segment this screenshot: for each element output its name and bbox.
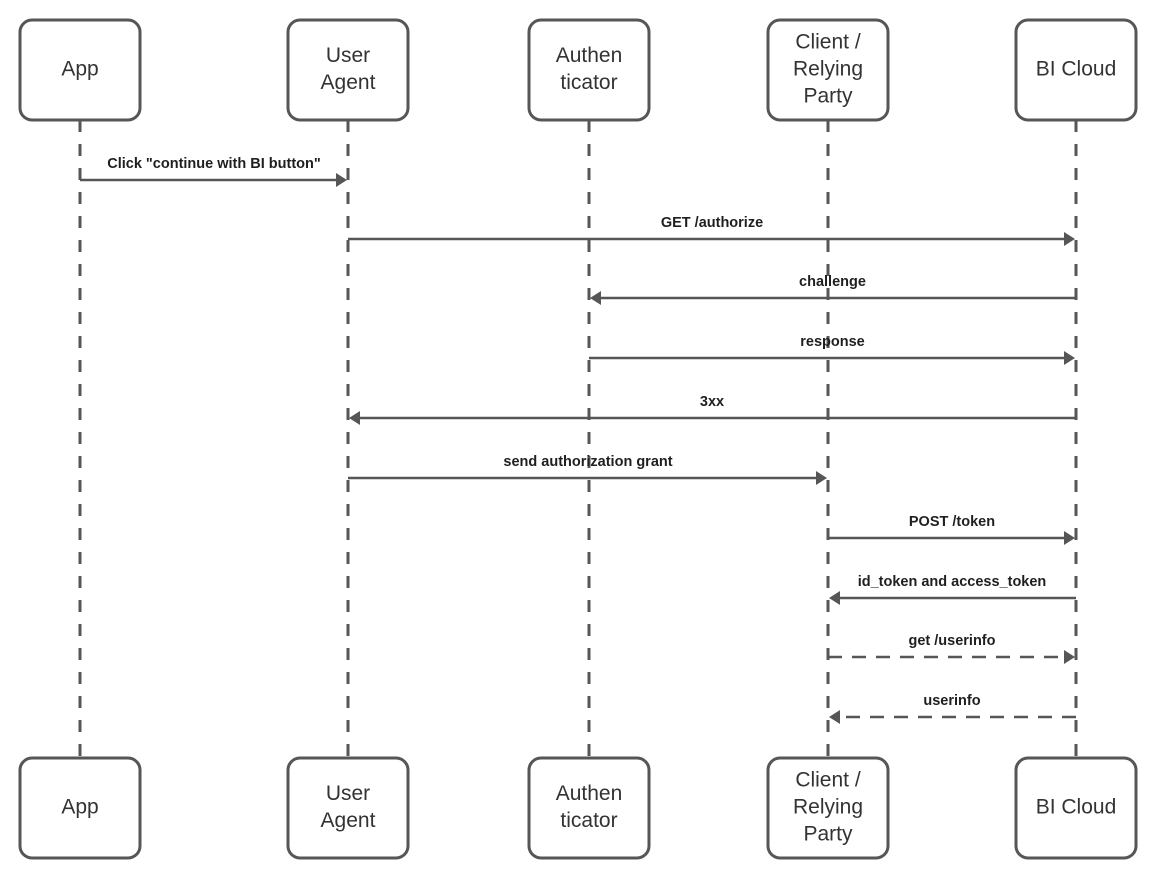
message-label: POST /token [909,514,995,530]
message-arrowhead [1064,650,1075,664]
message-msg-3xx[interactable]: 3xx [349,394,1076,425]
message-msg-userinfo[interactable]: userinfo [829,693,1076,724]
actor-label-authenticator: Authen [556,44,623,67]
message-label: get /userinfo [908,633,995,649]
actor-box-shape [286,756,410,860]
actor-label-authenticator: Authen [556,782,623,805]
message-arrowhead [1064,531,1075,545]
message-arrowhead [829,591,840,605]
actor-box-shape [527,756,651,860]
actor-box-bi-cloud-top[interactable]: BI Cloud [1014,18,1138,122]
actor-label-client-relying-party: Relying [793,58,863,81]
message-arrowhead [816,471,827,485]
actor-label-user-agent: User [326,44,370,67]
actor-box-authenticator-bottom[interactable]: Authen ticator [527,756,651,860]
actor-boxes-top-layer: App User Agent Authen ticator Client / Relying… [18,18,1138,122]
actor-label-client-relying-party: Party [803,85,853,108]
message-arrowhead [1064,232,1075,246]
message-label: challenge [799,274,866,290]
message-label: userinfo [923,693,980,709]
actor-label-bi-cloud: BI Cloud [1036,58,1117,81]
actor-label-client-relying-party: Relying [793,796,863,819]
actor-box-user-agent-bottom[interactable]: User Agent [286,756,410,860]
actor-box-shape [286,18,410,122]
actor-label-user-agent: User [326,782,370,805]
actor-label-client-relying-party: Client / [795,769,861,792]
actor-box-shape [527,18,651,122]
actor-label-app: App [61,796,98,819]
actor-label-app: App [61,58,98,81]
actor-box-user-agent-top[interactable]: User Agent [286,18,410,122]
sequence-diagram-canvas: Click "continue with BI button" GET /auth… [0,0,1156,880]
message-arrowhead [590,291,601,305]
messages-layer: Click "continue with BI button" GET /auth… [80,156,1076,724]
message-label: response [800,334,864,350]
actor-box-authenticator-top[interactable]: Authen ticator [527,18,651,122]
message-msg-response[interactable]: response [589,334,1075,365]
actor-boxes-bottom-layer: App User Agent Authen ticator Client / Relying… [18,756,1138,860]
actor-box-app-bottom[interactable]: App [18,756,142,860]
message-msg-challenge[interactable]: challenge [590,274,1076,305]
message-msg-get-authorize[interactable]: GET /authorize [348,215,1075,246]
lifelines-layer [78,120,1078,758]
message-label: GET /authorize [661,215,763,231]
actor-label-authenticator: ticator [560,71,617,94]
actor-box-app-top[interactable]: App [18,18,142,122]
actor-label-client-relying-party: Client / [795,31,861,54]
actor-label-bi-cloud: BI Cloud [1036,796,1117,819]
message-label: 3xx [700,394,724,410]
actor-label-user-agent: Agent [321,809,376,832]
message-msg-post-token[interactable]: POST /token [828,514,1075,545]
actor-label-authenticator: ticator [560,809,617,832]
message-label: id_token and access_token [858,574,1047,590]
message-arrowhead [349,411,360,425]
actor-box-client-relying-party-bottom[interactable]: Client / Relying Party [766,756,890,860]
actor-box-client-relying-party-top[interactable]: Client / Relying Party [766,18,890,122]
message-msg-click-continue[interactable]: Click "continue with BI button" [80,156,347,187]
actor-label-user-agent: Agent [321,71,376,94]
message-label: Click "continue with BI button" [107,156,321,172]
message-msg-id-token-access-token[interactable]: id_token and access_token [829,574,1076,605]
message-arrowhead [1064,351,1075,365]
message-arrowhead [829,710,840,724]
message-arrowhead [336,173,347,187]
actor-box-bi-cloud-bottom[interactable]: BI Cloud [1014,756,1138,860]
sequence-diagram-svg: Click "continue with BI button" GET /auth… [18,18,1138,860]
actor-label-client-relying-party: Party [803,823,853,846]
message-label: send authorization grant [503,454,672,470]
message-msg-get-userinfo[interactable]: get /userinfo [828,633,1075,664]
